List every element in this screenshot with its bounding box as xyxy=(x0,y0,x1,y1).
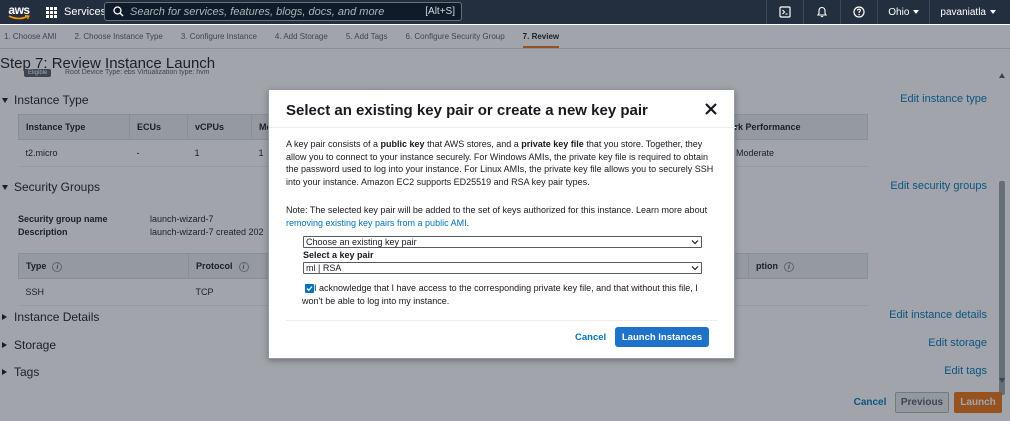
key-pair-select[interactable]: ml | RSA xyxy=(303,262,702,274)
chevron-down-icon xyxy=(691,240,699,245)
modal-divider xyxy=(269,127,736,128)
key-pair-modal: Select an existing key pair or create a … xyxy=(268,89,736,359)
aws-logo-text: aws xyxy=(8,2,30,17)
help-icon[interactable] xyxy=(841,0,877,24)
acknowledge-checkbox[interactable] xyxy=(305,284,314,293)
launch-instances-button[interactable]: Launch Instances xyxy=(615,327,709,347)
search-shortcut: [Alt+S] xyxy=(425,6,455,17)
key-pair-note: Note: The selected key pair will be adde… xyxy=(286,205,708,228)
services-menu[interactable]: Services xyxy=(46,6,106,18)
modal-footer-divider xyxy=(286,320,718,321)
grid-icon xyxy=(46,6,57,18)
key-pair-description: A key pair consists of a public key that… xyxy=(286,139,714,187)
close-icon[interactable] xyxy=(704,102,718,116)
region-label: Ohio xyxy=(888,6,910,18)
acknowledge-label[interactable]: I acknowledge that I have access to the … xyxy=(302,282,705,308)
key-pair-option-value: Choose an existing key pair xyxy=(306,237,417,247)
modal-title: Select an existing key pair or create a … xyxy=(286,102,648,119)
user-label: pavaniatla xyxy=(940,6,986,18)
chevron-down-icon xyxy=(691,266,699,271)
search-icon xyxy=(113,6,124,17)
account-menu[interactable]: pavaniatla xyxy=(930,7,1010,18)
region-selector[interactable]: Ohio xyxy=(878,7,929,18)
search-box[interactable]: [Alt+S] xyxy=(104,2,462,21)
check-icon xyxy=(306,286,313,292)
key-pair-option-select[interactable]: Choose an existing key pair xyxy=(303,236,702,248)
acknowledge-row: I acknowledge that I have access to the … xyxy=(302,282,705,308)
cloudshell-icon[interactable] xyxy=(767,0,803,24)
chevron-down-icon xyxy=(990,10,996,14)
remove-key-pairs-link[interactable]: removing existing key pairs from a publi… xyxy=(286,218,467,228)
top-nav: aws Services [Alt+S] Ohio pavani xyxy=(0,0,1010,24)
key-pair-value: ml | RSA xyxy=(306,263,342,273)
smile-icon xyxy=(8,14,30,19)
modal-cancel-button[interactable]: Cancel xyxy=(575,332,606,343)
chevron-down-icon xyxy=(913,10,920,14)
services-label: Services xyxy=(64,6,107,18)
search-input[interactable] xyxy=(130,5,420,18)
aws-logo[interactable]: aws xyxy=(4,2,34,20)
select-key-pair-label: Select a key pair xyxy=(303,250,374,260)
bell-icon[interactable] xyxy=(804,0,840,24)
